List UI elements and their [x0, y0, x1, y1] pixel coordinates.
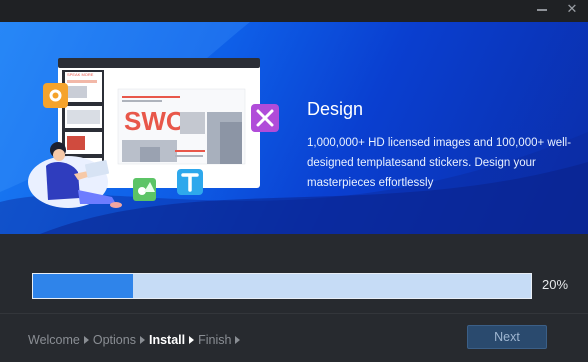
step-finish: Finish — [198, 333, 244, 347]
step-install: Install — [149, 333, 198, 347]
chevron-right-icon — [139, 336, 145, 344]
design-illustration: SPEAK MORE SWOT — [28, 58, 279, 208]
chevron-right-icon — [83, 336, 89, 344]
feature-banner: SPEAK MORE SWOT Design 1,000,000+ HD lic… — [0, 22, 588, 234]
install-progress-label: 20% — [542, 277, 569, 292]
title-bar: ✕ — [0, 0, 588, 22]
side-panel-title: SPEAK MORE — [67, 72, 94, 77]
next-button[interactable]: Next — [467, 325, 547, 349]
step-label: Install — [148, 333, 186, 347]
minimize-button[interactable] — [528, 0, 556, 16]
step-welcome: Welcome — [28, 333, 93, 347]
close-icon: ✕ — [566, 0, 578, 16]
close-button[interactable]: ✕ — [558, 0, 586, 16]
step-label: Finish — [198, 333, 232, 347]
minimize-icon — [537, 8, 547, 11]
chevron-right-icon — [235, 336, 241, 344]
step-label: Options — [92, 333, 136, 347]
step-options: Options — [93, 333, 149, 347]
chevron-right-icon — [189, 336, 195, 344]
install-progress-fill — [33, 274, 133, 298]
feature-description: 1,000,000+ HD licensed images and 100,00… — [307, 137, 572, 189]
install-steps-breadcrumb: Welcome Options Install Finish — [28, 333, 244, 347]
install-progress-bar — [32, 273, 532, 299]
footer-divider — [0, 313, 588, 314]
step-label: Welcome — [28, 333, 80, 347]
feature-title: Design — [307, 99, 364, 119]
